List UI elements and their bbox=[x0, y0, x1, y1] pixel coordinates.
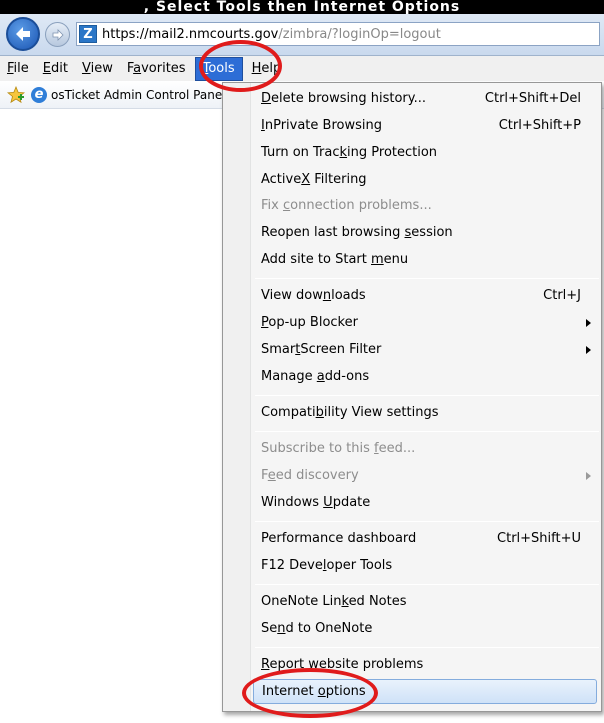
menu-item-shortcut: Ctrl+Shift+Del bbox=[484, 91, 581, 106]
menu-report-website-problems[interactable]: Report website problems bbox=[253, 652, 597, 677]
submenu-arrow-icon bbox=[586, 345, 591, 354]
menu-separator bbox=[255, 278, 599, 279]
navigation-bar: Z https://mail2.nmcourts.gov/zimbra/?log… bbox=[0, 14, 604, 56]
menu-delete-history[interactable]: Delete browsing history... Ctrl+Shift+De… bbox=[253, 86, 597, 111]
menu-activex-filtering[interactable]: ActiveX Filtering bbox=[253, 167, 597, 192]
menu-label-post: ile bbox=[13, 60, 29, 76]
menu-label-accel: E bbox=[42, 60, 51, 76]
menu-fix-connection: Fix connection problems... bbox=[253, 193, 597, 218]
menu-item-label: OneNote Linked Notes bbox=[261, 594, 407, 609]
menu-item-label: SmartScreen Filter bbox=[261, 342, 382, 357]
menu-item-shortcut: Ctrl+Shift+U bbox=[497, 531, 581, 546]
menu-item-label: Feed discovery bbox=[261, 468, 359, 483]
menu-help[interactable]: Help bbox=[245, 58, 289, 80]
menu-f12-developer-tools[interactable]: F12 Developer Tools bbox=[253, 553, 597, 578]
menu-manage-addons[interactable]: Manage add-ons bbox=[253, 364, 597, 389]
menu-item-label: ActiveX Filtering bbox=[261, 172, 367, 187]
menu-internet-options[interactable]: Internet options bbox=[253, 679, 597, 704]
menu-item-label: Manage add-ons bbox=[261, 369, 370, 384]
back-button[interactable] bbox=[6, 17, 40, 51]
menu-view[interactable]: View bbox=[75, 58, 120, 80]
menu-item-label: Pop-up Blocker bbox=[261, 315, 358, 330]
menu-label-accel: a bbox=[133, 60, 142, 76]
menu-smartscreen-filter[interactable]: SmartScreen Filter bbox=[253, 337, 597, 362]
url-host: mail2.nmcourts.gov bbox=[148, 26, 279, 42]
submenu-arrow-icon bbox=[586, 318, 591, 327]
menu-subscribe-feed: Subscribe to this feed... bbox=[253, 436, 597, 461]
menu-item-label: Send to OneNote bbox=[261, 621, 373, 636]
forward-button[interactable] bbox=[45, 22, 70, 47]
menu-windows-update[interactable]: Windows Update bbox=[253, 490, 597, 515]
menu-tools[interactable]: Tools bbox=[194, 56, 243, 81]
menu-separator bbox=[255, 521, 599, 522]
arrow-left-icon bbox=[16, 27, 30, 41]
menu-icon-gutter bbox=[223, 83, 251, 711]
favorites-star-icon[interactable] bbox=[7, 85, 25, 104]
menu-separator bbox=[255, 431, 599, 432]
tools-dropdown-menu: Delete browsing history... Ctrl+Shift+De… bbox=[222, 82, 602, 712]
address-bar[interactable]: Z https://mail2.nmcourts.gov/zimbra/?log… bbox=[76, 22, 600, 46]
menu-item-label: F12 Developer Tools bbox=[261, 558, 393, 573]
menu-item-label: Performance dashboard bbox=[261, 531, 417, 546]
menu-item-label: View downloads bbox=[261, 288, 366, 303]
menu-label-post: elp bbox=[261, 60, 282, 76]
menu-feed-discovery: Feed discovery bbox=[253, 463, 597, 488]
menu-item-label: Report website problems bbox=[261, 657, 424, 672]
menu-compatibility-view[interactable]: Compatibility View settings bbox=[253, 400, 597, 425]
menu-label-accel: V bbox=[81, 60, 91, 76]
menu-label-post: vorites bbox=[141, 60, 186, 76]
submenu-arrow-icon bbox=[586, 471, 591, 480]
menu-item-label: Subscribe to this feed... bbox=[261, 441, 416, 456]
url-path: /zimbra/?loginOp=logout bbox=[278, 26, 441, 42]
menu-label-post: dit bbox=[51, 60, 68, 76]
menu-item-label: Turn on Tracking Protection bbox=[261, 145, 438, 160]
menu-tracking-protection[interactable]: Turn on Tracking Protection bbox=[253, 140, 597, 165]
menu-separator bbox=[255, 395, 599, 396]
menu-popup-blocker[interactable]: Pop-up Blocker bbox=[253, 310, 597, 335]
menu-onenote-linked-notes[interactable]: OneNote Linked Notes bbox=[253, 589, 597, 614]
menu-add-to-start[interactable]: Add site to Start menu bbox=[253, 247, 597, 272]
menu-item-label: Compatibility View settings bbox=[261, 405, 439, 420]
menu-separator bbox=[255, 647, 599, 648]
menu-send-to-onenote[interactable]: Send to OneNote bbox=[253, 616, 597, 641]
menu-item-label: InPrivate Browsing bbox=[261, 118, 382, 133]
url-protocol: https:// bbox=[102, 26, 149, 42]
menu-reopen-session[interactable]: Reopen last browsing session bbox=[253, 220, 597, 245]
menu-item-label: Add site to Start menu bbox=[261, 252, 409, 267]
ie-page-icon: e bbox=[31, 86, 47, 103]
menu-item-shortcut: Ctrl+Shift+P bbox=[498, 118, 581, 133]
menu-label-accel: H bbox=[251, 60, 262, 76]
favorite-link-osticket[interactable]: osTicket Admin Control Panel bbox=[51, 88, 226, 102]
menu-item-label: Fix connection problems... bbox=[261, 198, 432, 213]
instruction-caption: , Select Tools then Internet Options bbox=[0, 0, 604, 14]
menu-edit[interactable]: Edit bbox=[36, 58, 75, 80]
menu-item-label: Delete browsing history... bbox=[261, 91, 427, 106]
menu-item-label: Windows Update bbox=[261, 495, 371, 510]
menu-item-label: Reopen last browsing session bbox=[261, 225, 453, 240]
menu-label-post: ools bbox=[208, 60, 235, 76]
menu-inprivate-browsing[interactable]: InPrivate Browsing Ctrl+Shift+P bbox=[253, 113, 597, 138]
menu-item-shortcut: Ctrl+J bbox=[543, 288, 581, 303]
menu-separator bbox=[255, 584, 599, 585]
url-text[interactable]: https://mail2.nmcourts.gov/zimbra/?login… bbox=[102, 27, 441, 42]
menu-file[interactable]: File bbox=[0, 58, 36, 80]
menu-performance-dashboard[interactable]: Performance dashboard Ctrl+Shift+U bbox=[253, 526, 597, 551]
menu-view-downloads[interactable]: View downloads Ctrl+J bbox=[253, 283, 597, 308]
menu-favorites[interactable]: Favorites bbox=[120, 58, 193, 80]
site-favicon-icon: Z bbox=[79, 25, 97, 43]
menu-item-label: Internet options bbox=[262, 684, 366, 699]
menu-bar: File Edit View Favorites Tools Help bbox=[0, 56, 604, 81]
menu-label-post: iew bbox=[90, 60, 113, 76]
arrow-right-icon bbox=[52, 28, 64, 41]
